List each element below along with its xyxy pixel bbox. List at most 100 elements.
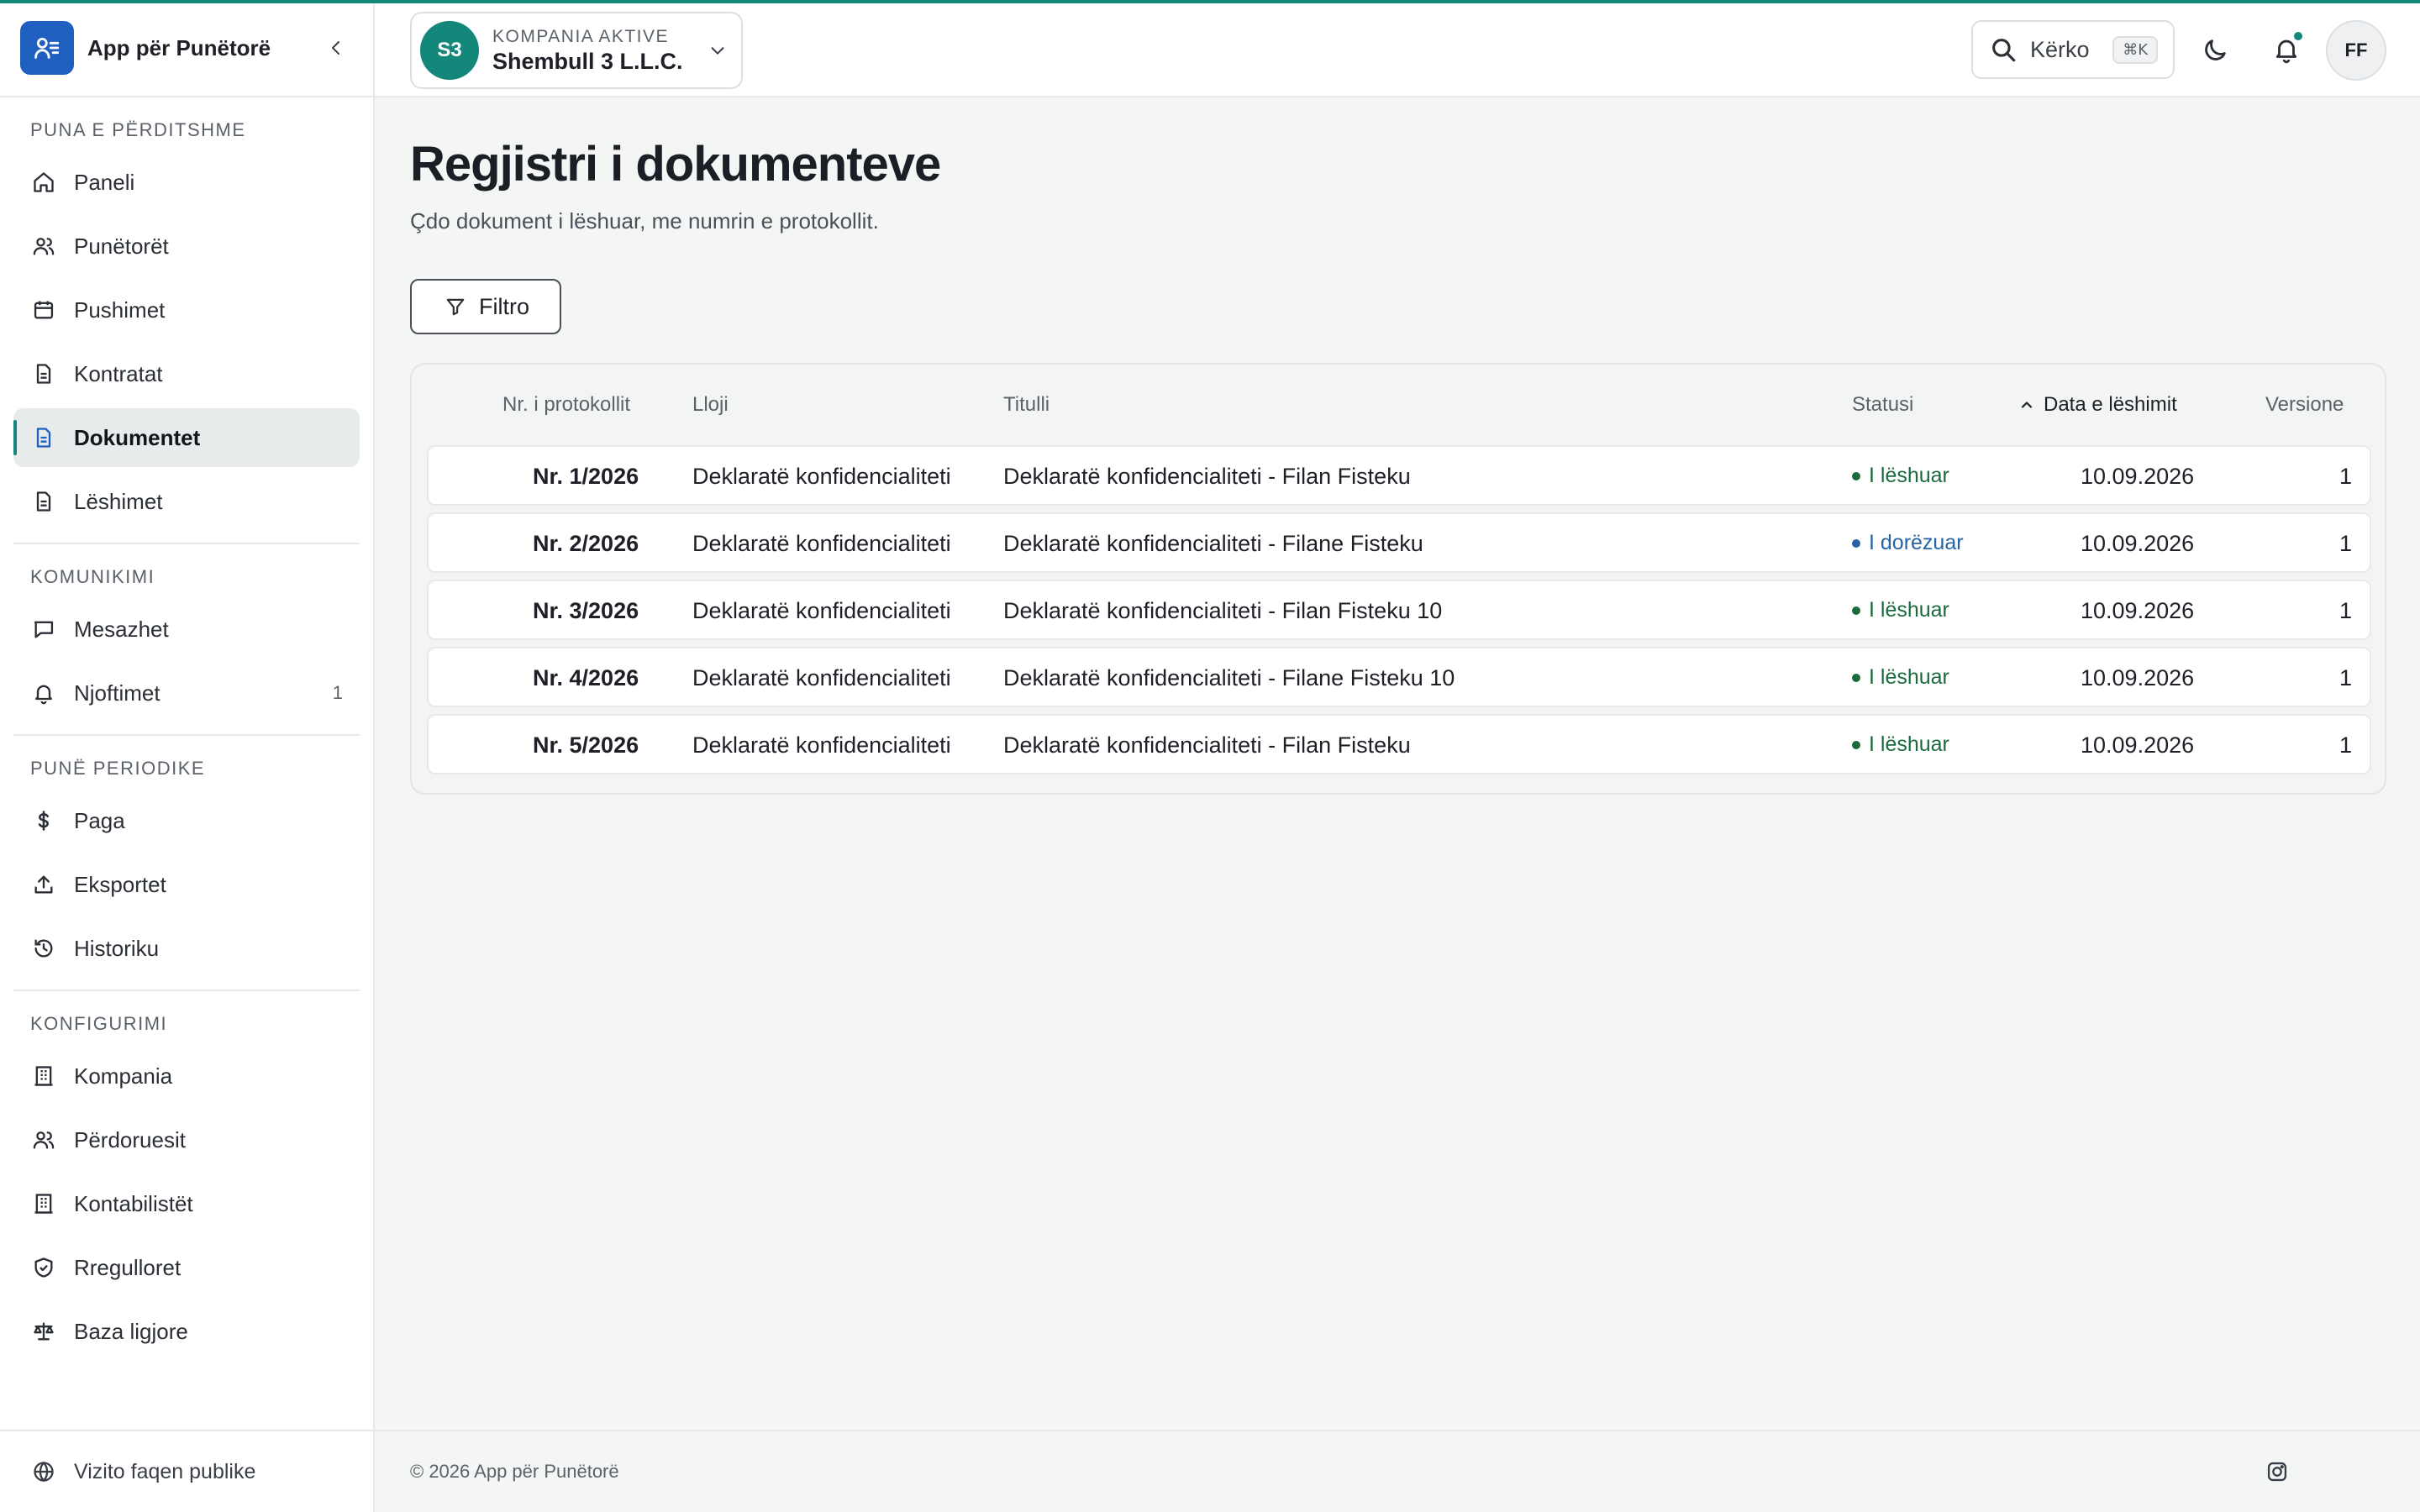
sidebar-item-paga[interactable]: Paga: [13, 791, 360, 850]
status-badge: I lëshuar: [1852, 598, 1949, 622]
company-avatar: S3: [420, 21, 479, 80]
company-switcher[interactable]: S3 KOMPANIA AKTIVE Shembull 3 L.L.C.: [410, 12, 743, 89]
sidebar-item-perdoruesit[interactable]: Përdoruesit: [13, 1110, 360, 1169]
sidebar-item-label: Përdoruesit: [74, 1126, 186, 1152]
status-dot: [1852, 471, 1860, 480]
table-row[interactable]: Nr. 2/2026 Deklaratë konfidencialiteti D…: [427, 512, 2371, 573]
column-header-title[interactable]: Titulli: [1003, 393, 1050, 417]
sidebar-item-leshimet[interactable]: Lëshimet: [13, 472, 360, 531]
page-footer: © 2026 App për Punëtorë: [375, 1430, 2420, 1512]
cell-type: Deklaratë konfidencialiteti: [692, 531, 951, 556]
sidebar-item-dokumentet[interactable]: Dokumentet: [13, 408, 360, 467]
filter-label: Filtro: [479, 293, 529, 319]
calendar-icon: [30, 297, 57, 323]
page-subtitle: Çdo dokument i lëshuar, me numrin e prot…: [410, 208, 879, 234]
cell-title: Deklaratë konfidencialiteti - Filan Fist…: [1003, 598, 1443, 623]
company-name: Shembull 3 L.L.C.: [492, 48, 683, 74]
company-label: KOMPANIA AKTIVE: [492, 26, 670, 46]
status-label: I dorëzuar: [1869, 531, 1964, 554]
column-header-protocol[interactable]: Nr. i protokollit: [502, 393, 630, 417]
sidebar-item-label: Kontratat: [74, 360, 163, 386]
app-logo-icon[interactable]: [20, 21, 74, 75]
table-row[interactable]: Nr. 4/2026 Deklaratë konfidencialiteti D…: [427, 647, 2371, 707]
column-header-type[interactable]: Lloji: [692, 393, 729, 417]
user-avatar[interactable]: FF: [2326, 20, 2386, 81]
globe-icon: [30, 1458, 57, 1485]
cell-type: Deklaratë konfidencialiteti: [692, 464, 951, 489]
file-icon: [30, 488, 57, 515]
notifications-button[interactable]: [2265, 29, 2307, 71]
status-badge: I lëshuar: [1852, 732, 1949, 757]
cell-type: Deklaratë konfidencialiteti: [692, 665, 951, 690]
sidebar-item-label: Njoftimet: [74, 680, 160, 706]
documents-table: Nr. i protokollit Lloji Titulli Statusi …: [410, 363, 2386, 795]
sidebar-item-paneli[interactable]: Paneli: [13, 153, 360, 212]
sidebar-item-rregulloret[interactable]: Rregulloret: [13, 1238, 360, 1297]
status-badge: I lëshuar: [1852, 665, 1949, 690]
topbar: S3 KOMPANIA AKTIVE Shembull 3 L.L.C. Kër…: [375, 3, 2420, 97]
cell-protocol-nr: Nr. 4/2026: [533, 665, 639, 690]
public-page-label: Vizito faqen publike: [74, 1459, 256, 1483]
sidebar-item-kontratat[interactable]: Kontratat: [13, 344, 360, 403]
history-icon: [30, 935, 57, 962]
cell-versions: 1: [2339, 732, 2353, 758]
sidebar-item-eksportet[interactable]: Eksportet: [13, 855, 360, 914]
sidebar-item-njoftimet[interactable]: Njoftimet 1: [13, 664, 360, 722]
cell-protocol-nr: Nr. 5/2026: [533, 732, 639, 758]
sidebar-item-label: Paga: [74, 807, 125, 833]
users-icon: [30, 233, 57, 260]
sidebar-item-label: Rregulloret: [74, 1254, 182, 1280]
theme-toggle-button[interactable]: [2195, 30, 2235, 71]
sidebar-item-pushimet[interactable]: Pushimet: [13, 281, 360, 339]
sidebar-item-label: Punëtorët: [74, 233, 169, 259]
moon-icon: [2205, 39, 2226, 60]
sidebar-item-label: Kompania: [74, 1063, 173, 1089]
chevron-down-icon: [702, 35, 733, 66]
status-label: I lëshuar: [1869, 665, 1949, 689]
public-page-link[interactable]: Vizito faqen publike: [0, 1430, 373, 1512]
sidebar-section-config: KONFIGURIMI Kompania Përdoruesit Kontabi…: [0, 991, 373, 1361]
sidebar-item-label: Mesazhet: [74, 616, 169, 642]
status-dot: [1852, 673, 1860, 682]
dollar-icon: [30, 807, 57, 834]
sidebar-item-kontabilistet[interactable]: Kontabilistët: [13, 1174, 360, 1233]
sidebar-section-communication: KOMUNIKIMI Mesazhet Njoftimet 1: [0, 544, 373, 722]
instagram-icon[interactable]: [2262, 1457, 2292, 1487]
search-icon: [1988, 34, 2018, 65]
cell-versions: 1: [2339, 665, 2353, 690]
search-button[interactable]: Kërko ⌘K: [1971, 20, 2175, 79]
column-header-date[interactable]: Data e lëshimit: [2018, 393, 2177, 417]
sidebar-item-label: Eksportet: [74, 871, 166, 897]
message-icon: [30, 616, 57, 643]
accent-line: [0, 0, 2420, 3]
cell-protocol-nr: Nr. 2/2026: [533, 531, 639, 556]
sidebar-item-baza-ligjore[interactable]: Baza ligjore: [13, 1302, 360, 1361]
sidebar-item-mesazhet[interactable]: Mesazhet: [13, 600, 360, 659]
users-icon: [30, 1126, 57, 1153]
search-label: Kërko: [2030, 36, 2090, 62]
section-title: KOMUNIKIMI: [30, 566, 155, 587]
sidebar-section-daily: PUNA E PËRDITSHME Paneli Punëtorët Pushi…: [0, 97, 373, 531]
table-row[interactable]: Nr. 3/2026 Deklaratë konfidencialiteti D…: [427, 580, 2371, 640]
upload-icon: [30, 871, 57, 898]
cell-date: 10.09.2026: [2081, 665, 2195, 690]
column-header-versions[interactable]: Versione: [2265, 393, 2344, 417]
cell-type: Deklaratë konfidencialiteti: [692, 732, 951, 758]
cell-versions: 1: [2339, 464, 2353, 489]
table-row[interactable]: Nr. 1/2026 Deklaratë konfidencialiteti D…: [427, 445, 2371, 506]
sidebar-item-label: Baza ligjore: [74, 1318, 188, 1344]
building-icon: [30, 1190, 57, 1217]
sidebar-item-label: Kontabilistët: [74, 1190, 193, 1216]
sidebar-item-punetoret[interactable]: Punëtorët: [13, 217, 360, 276]
status-dot: [1852, 538, 1860, 548]
sidebar: App për Punëtorë PUNA E PËRDITSHME Panel…: [0, 0, 375, 1512]
column-header-status[interactable]: Statusi: [1852, 393, 1913, 417]
sidebar-item-historiku[interactable]: Historiku: [13, 919, 360, 978]
filter-button[interactable]: Filtro: [410, 279, 561, 334]
bell-icon: [30, 680, 57, 706]
table-row[interactable]: Nr. 5/2026 Deklaratë konfidencialiteti D…: [427, 714, 2371, 774]
filter-icon: [442, 293, 469, 320]
sidebar-header: App për Punëtorë: [0, 0, 373, 97]
collapse-sidebar-button[interactable]: [319, 31, 353, 65]
sidebar-item-kompania[interactable]: Kompania: [13, 1047, 360, 1105]
